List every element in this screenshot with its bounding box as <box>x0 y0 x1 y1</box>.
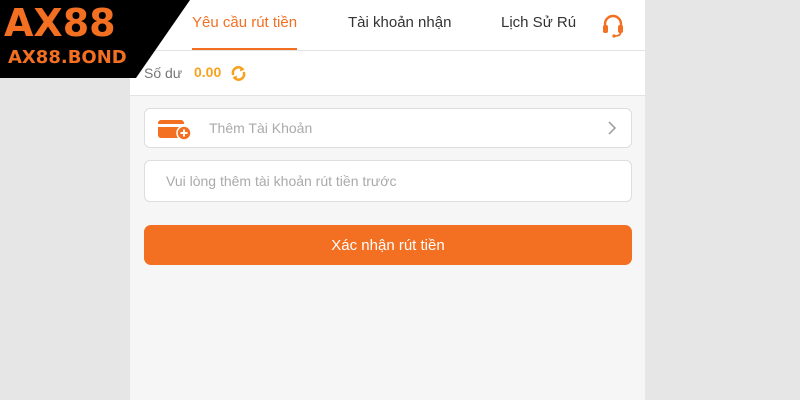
withdraw-panel: Yêu cầu rút tiền Tài khoản nhận Lịch Sử … <box>130 0 645 400</box>
chevron-right-icon <box>608 121 617 135</box>
tab-bar: Yêu cầu rút tiền Tài khoản nhận Lịch Sử … <box>130 0 645 51</box>
brand-logo: AX88 AX88.BOND <box>0 0 200 78</box>
add-account-label: Thêm Tài Khoản <box>209 120 313 136</box>
logo-site: AX88.BOND <box>8 47 127 68</box>
card-add-icon <box>158 120 192 140</box>
tab-withdraw-request[interactable]: Yêu cầu rút tiền <box>192 0 298 50</box>
logo-text: AX88 <box>4 1 116 45</box>
refresh-icon[interactable] <box>230 65 247 82</box>
balance-row: Số dư 0.00 <box>130 51 645 96</box>
tab-history[interactable]: Lịch Sử Rú <box>501 0 576 50</box>
headset-icon[interactable] <box>600 12 626 38</box>
withdraw-account-input[interactable] <box>145 161 631 201</box>
tab-receiving-accounts[interactable]: Tài khoản nhận <box>348 0 451 50</box>
confirm-withdraw-button[interactable]: Xác nhận rút tiền <box>144 225 632 265</box>
withdraw-account-field <box>144 160 632 202</box>
add-account-button[interactable]: Thêm Tài Khoản <box>144 108 632 148</box>
